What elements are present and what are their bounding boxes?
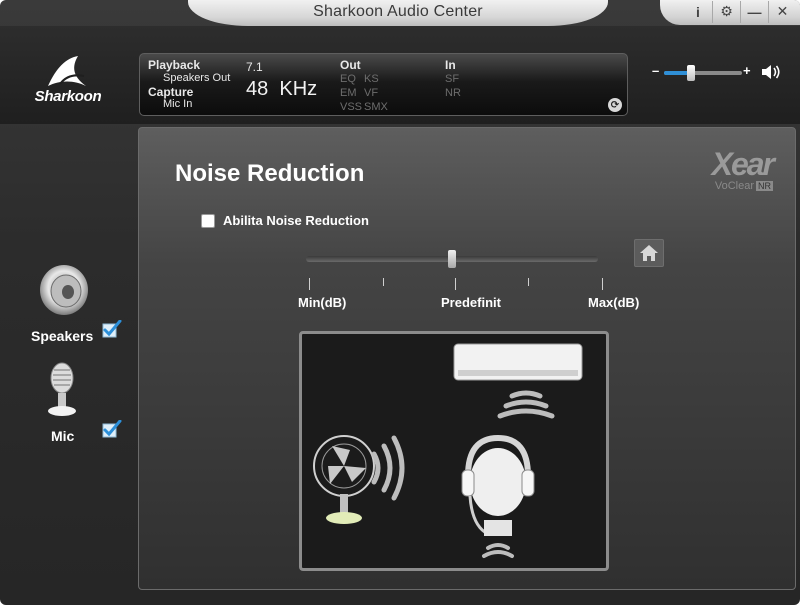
slider-default-label: Predefinit (441, 295, 501, 310)
playback-label: Playback (148, 58, 201, 72)
device-speakers[interactable] (36, 262, 92, 318)
minimize-button[interactable]: — (740, 0, 768, 23)
slider-min-label: Min(dB) (298, 295, 347, 310)
home-icon (640, 245, 658, 261)
volume-minus[interactable]: – (652, 63, 659, 78)
out-vss: VSS (340, 101, 363, 113)
reset-default-button[interactable] (634, 239, 664, 267)
slider-max-label: Max(dB) (588, 295, 640, 310)
enable-noise-reduction-checkbox[interactable] (201, 214, 215, 228)
mic-label: Mic (51, 428, 75, 444)
volume-slider[interactable] (664, 65, 742, 81)
speaker-icon (40, 265, 88, 315)
status-panel: Playback Speakers Out Capture Mic In 7.1… (139, 53, 628, 116)
mic-check-icon[interactable] (102, 420, 122, 438)
app-window: Sharkoon Audio Center i ⚙ — ✕ Sharkoon P… (0, 0, 800, 605)
headset-user-icon (461, 434, 535, 558)
in-sf: SF (445, 73, 460, 85)
noise-sources-illustration (313, 343, 583, 558)
xear-subtitle: VoClear NR (715, 180, 773, 192)
air-conditioner-icon (453, 343, 583, 419)
out-vf: VF (364, 87, 379, 99)
slider-tick (309, 278, 310, 290)
noise-reduction-panel: Noise Reduction Xear VoClear NR Abilita N… (138, 127, 796, 590)
out-smx: SMX (364, 101, 388, 113)
settings-button[interactable]: ⚙ (712, 0, 740, 23)
capture-device: Mic In (163, 98, 193, 110)
volume-plus[interactable]: + (743, 63, 751, 78)
slider-tick (528, 278, 529, 286)
slider-tick (602, 278, 603, 290)
slider-tick (383, 278, 384, 286)
master-volume: – + (652, 63, 782, 83)
xear-voclear-text: VoClear (714, 180, 754, 192)
in-label: In (445, 58, 456, 72)
volume-thumb[interactable] (687, 65, 696, 81)
title-bar[interactable]: Sharkoon Audio Center (188, 0, 608, 26)
xear-voclear-logo: Xear VoClear NR (673, 146, 775, 196)
speakers-label: Speakers (31, 328, 94, 344)
page-title: Noise Reduction (175, 160, 365, 187)
xear-nr-badge: NR (756, 181, 773, 191)
out-em: EM (340, 87, 357, 99)
close-button[interactable]: ✕ (768, 0, 796, 23)
noise-reduction-slider-thumb[interactable] (448, 250, 456, 268)
refresh-icon[interactable]: ⟳ (608, 98, 622, 112)
window-title: Sharkoon Audio Center (313, 3, 483, 20)
speakers-check-icon[interactable] (102, 320, 122, 338)
brand-name: Sharkoon (34, 88, 102, 105)
enable-noise-reduction-label[interactable]: Abilita Noise Reduction (223, 213, 369, 228)
sharkoon-logo: Sharkoon (26, 54, 110, 106)
capture-label: Capture (148, 85, 194, 99)
speaker-volume-icon[interactable] (760, 63, 782, 81)
noise-reduction-slider[interactable] (306, 250, 598, 268)
slider-tick (455, 278, 456, 290)
info-button[interactable]: i (684, 1, 712, 23)
device-mic[interactable] (40, 360, 84, 420)
sample-rate: 48 KHz (246, 78, 318, 100)
microphone-icon (48, 362, 76, 416)
in-nr: NR (445, 87, 461, 99)
noise-illustration (299, 331, 609, 571)
fan-icon (313, 435, 405, 524)
shark-fin-icon (48, 56, 86, 86)
playback-device: Speakers Out (163, 72, 231, 84)
window-controls: i ⚙ — ✕ (660, 0, 800, 25)
out-label: Out (340, 58, 361, 72)
out-eq: EQ (340, 73, 356, 85)
xear-logo-text: Xear (711, 146, 775, 182)
out-ks: KS (364, 73, 379, 85)
channel-count: 7.1 (246, 60, 263, 74)
